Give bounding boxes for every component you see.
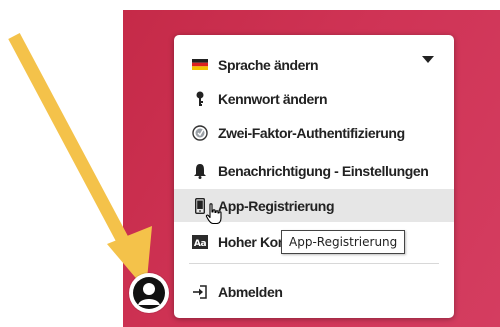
menu-item-label: Kennwort ändern xyxy=(218,90,328,107)
german-flag-icon xyxy=(192,57,208,73)
menu-item-label: Zwei-Faktor-Authentifizierung xyxy=(218,124,405,141)
tooltip: App-Registrierung xyxy=(281,230,406,254)
two-factor-icon xyxy=(192,124,208,141)
tooltip-text: App-Registrierung xyxy=(289,235,398,249)
menu-item-label: Hoher Kon xyxy=(218,233,286,250)
high-contrast-icon: Aa xyxy=(192,234,208,250)
menu-item-label: App-Registrierung xyxy=(218,197,335,214)
menu-item-language[interactable]: Sprache ändern xyxy=(174,48,454,81)
user-menu: Sprache ändern Kennwort ändern Zwei-Fakt… xyxy=(174,35,454,318)
menu-item-label: Benachrichtigung - Einstellungen xyxy=(218,162,429,179)
menu-divider xyxy=(189,263,439,264)
bell-icon xyxy=(192,163,208,179)
menu-item-logout[interactable]: Abmelden xyxy=(174,275,454,308)
logout-icon xyxy=(192,284,208,300)
user-avatar-button[interactable] xyxy=(129,273,169,313)
hand-cursor-icon xyxy=(205,203,222,225)
menu-item-change-password[interactable]: Kennwort ändern xyxy=(174,82,454,115)
menu-item-two-factor[interactable]: Zwei-Faktor-Authentifizierung xyxy=(174,116,454,149)
user-avatar-icon xyxy=(133,277,165,309)
svg-text:Aa: Aa xyxy=(194,239,207,249)
menu-item-label: Sprache ändern xyxy=(218,56,319,73)
chevron-down-icon[interactable] xyxy=(422,56,434,63)
menu-item-label: Abmelden xyxy=(218,283,283,300)
menu-item-notification-settings[interactable]: Benachrichtigung - Einstellungen xyxy=(174,154,454,187)
key-icon xyxy=(192,91,208,107)
